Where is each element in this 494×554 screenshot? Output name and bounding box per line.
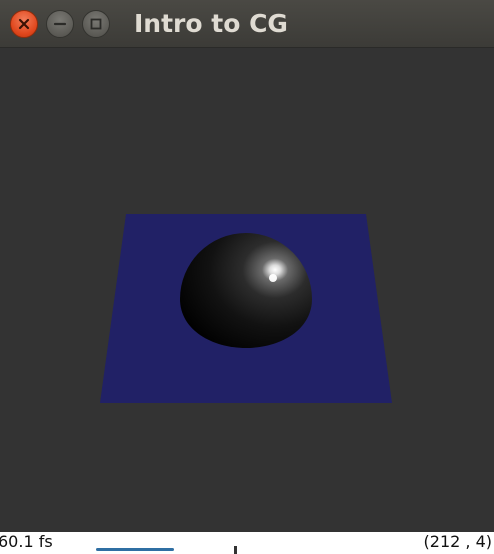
status-bar: 60.1 fs (212 , 4) xyxy=(0,532,494,554)
minimize-button[interactable] xyxy=(46,10,74,38)
minimize-icon xyxy=(53,22,67,26)
app-window: Intro to CG 60.1 fs (212 , 4) xyxy=(0,0,494,554)
close-icon xyxy=(18,18,30,30)
specular-highlight xyxy=(269,274,277,282)
maximize-button[interactable] xyxy=(82,10,110,38)
window-title: Intro to CG xyxy=(134,9,288,38)
maximize-icon xyxy=(90,18,102,30)
render-viewport[interactable] xyxy=(0,48,494,534)
title-bar[interactable]: Intro to CG xyxy=(0,0,494,48)
cursor-coordinates: (212 , 4) xyxy=(423,532,492,551)
scene-canvas xyxy=(100,214,392,403)
fps-readout: 60.1 fs xyxy=(0,532,53,551)
status-partial-text xyxy=(96,546,246,554)
close-button[interactable] xyxy=(10,10,38,38)
